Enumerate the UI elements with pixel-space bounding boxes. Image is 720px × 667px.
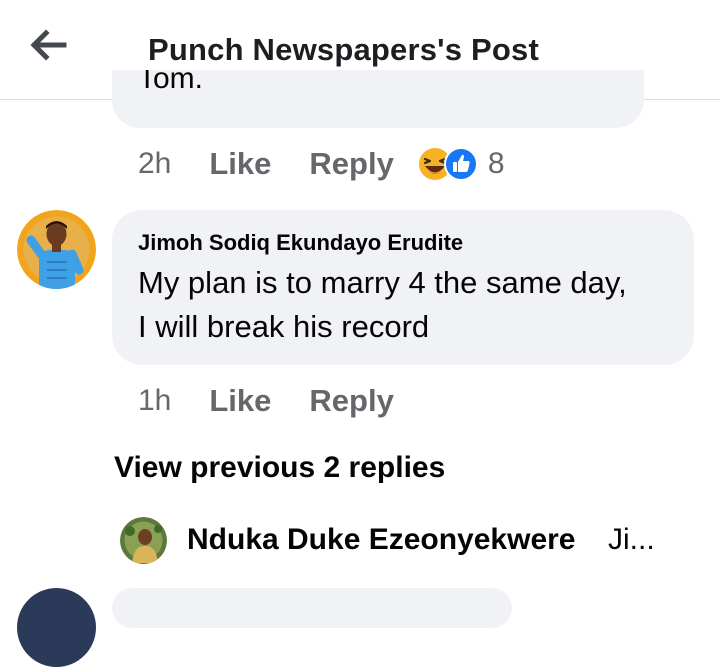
reply-author[interactable]: Nduka Duke Ezeonyekwere: [187, 523, 576, 557]
next-comment-avatar[interactable]: [17, 588, 96, 667]
comment-text-line-1: My plan is to marry 4 the same day,: [138, 265, 627, 300]
comment-timestamp: 1h: [138, 384, 172, 417]
previous-comment-text: Tom.: [138, 70, 204, 95]
like-button[interactable]: Like: [209, 383, 271, 419]
reply-snippet[interactable]: Ji...: [608, 523, 655, 557]
like-icon: [443, 147, 478, 181]
reply-button[interactable]: Reply: [309, 383, 393, 419]
arrow-left-icon[interactable]: [28, 28, 68, 62]
comment-actions: 1h Like Reply: [138, 381, 432, 421]
reaction-summary[interactable]: 8: [418, 147, 505, 181]
reaction-count: 8: [487, 147, 505, 180]
comment-bubble: Jimoh Sodiq Ekundayo Erudite My plan is …: [112, 210, 694, 365]
like-button[interactable]: Like: [209, 146, 271, 182]
comment-timestamp: 2h: [138, 147, 172, 180]
next-comment-bubble: [112, 588, 512, 628]
previous-comment-bubble: Tom.: [112, 70, 644, 128]
page-title: Punch Newspapers's Post: [148, 32, 539, 67]
comment-author[interactable]: Jimoh Sodiq Ekundayo Erudite: [138, 230, 463, 256]
comment-text-line-2: I will break his record: [138, 309, 430, 344]
view-previous-replies-link[interactable]: View previous 2 replies: [114, 451, 445, 485]
avatar[interactable]: [17, 210, 96, 289]
previous-comment-actions: 2h Like Reply 8: [138, 144, 505, 184]
reply-button[interactable]: Reply: [309, 146, 393, 182]
reply-avatar[interactable]: [120, 517, 167, 564]
